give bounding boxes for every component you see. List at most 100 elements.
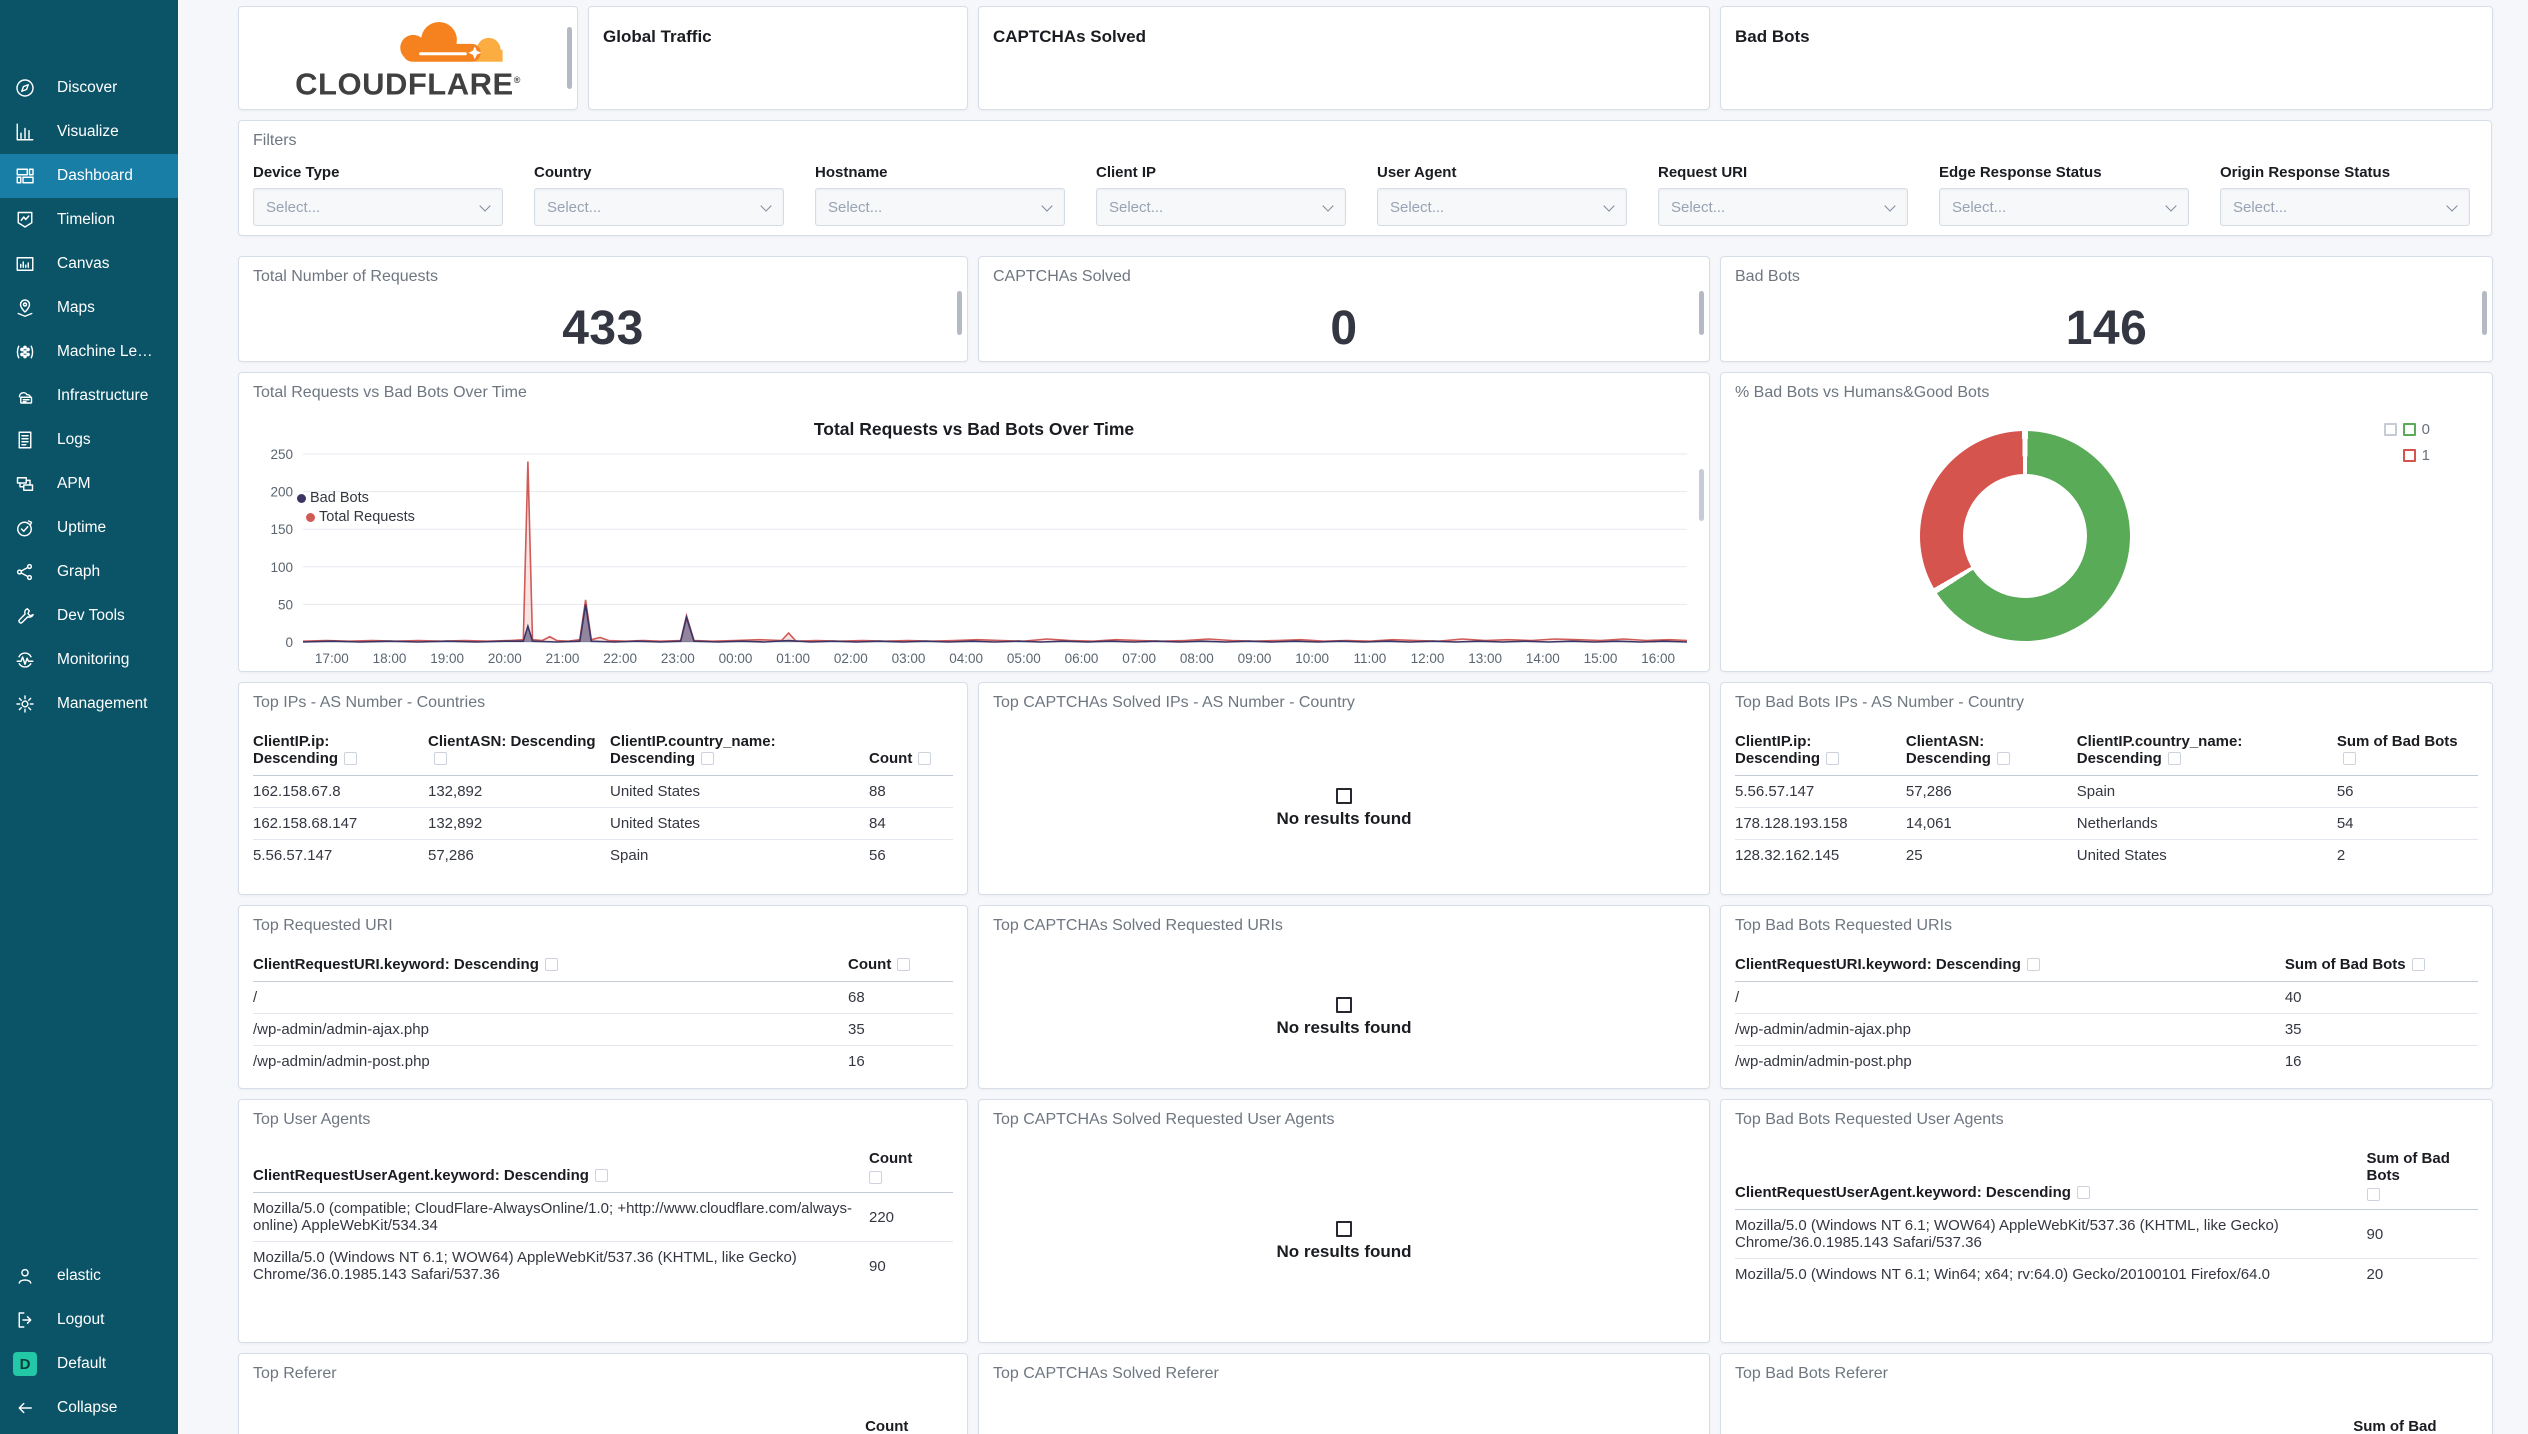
sidebar-item-label: Monitoring xyxy=(57,651,130,668)
sort-checkbox-icon xyxy=(701,752,715,765)
panel-cloudflare-logo: CLOUDFLARE® xyxy=(238,6,578,110)
filter-client-ip: Client IP Select... xyxy=(1096,164,1346,226)
sidebar-item-space-default[interactable]: D Default xyxy=(0,1342,178,1386)
user-agent-select[interactable]: Select... xyxy=(1377,188,1627,226)
sort-checkbox-icon xyxy=(2026,958,2040,971)
panel-scrollbar[interactable] xyxy=(957,291,962,335)
legend-item[interactable]: 1 xyxy=(2402,447,2430,464)
legend-dot-icon xyxy=(306,513,315,522)
metric-value: 0 xyxy=(1330,302,1358,355)
sidebar-item-dev-tools[interactable]: Dev Tools xyxy=(0,594,178,638)
sidebar-item-collapse[interactable]: Collapse xyxy=(0,1386,178,1430)
legend-item[interactable]: Bad Bots xyxy=(297,489,415,508)
no-results: No results found xyxy=(979,946,1709,1088)
panel-title: Top User Agents xyxy=(253,1111,371,1128)
chevron-down-icon xyxy=(760,200,772,212)
legend-swatch-icon xyxy=(2402,449,2416,462)
sidebar-item-monitoring[interactable]: Monitoring xyxy=(0,638,178,682)
svg-text:08:00: 08:00 xyxy=(1180,651,1214,666)
column-header[interactable]: ClientRequestURI.keyword: Descending xyxy=(1735,952,2285,982)
sidebar-item-dashboard[interactable]: Dashboard xyxy=(0,154,178,198)
chart-legend: Bad Bots Total Requests xyxy=(297,489,415,527)
sidebar-item-label: Canvas xyxy=(57,255,110,272)
legend-dot-icon xyxy=(297,494,306,503)
sidebar-item-logout[interactable]: Logout xyxy=(0,1298,178,1342)
panel-top-ips: Top IPs - AS Number - Countries ClientIP… xyxy=(238,682,968,895)
sidebar-item-timelion[interactable]: Timelion xyxy=(0,198,178,242)
panel-scrollbar[interactable] xyxy=(1699,469,1704,521)
column-header[interactable]: ClientIP.ip: Descending xyxy=(1735,729,1906,776)
origin-response-status-select[interactable]: Select... xyxy=(2220,188,2470,226)
column-header[interactable]: Sum of Bad Bots xyxy=(2284,952,2478,982)
legend-item[interactable]: 0 xyxy=(2383,421,2430,438)
svg-text:07:00: 07:00 xyxy=(1122,651,1156,666)
table-row: /wp-admin/admin-ajax.php 35 xyxy=(1735,1013,2478,1046)
panel-captchas-header: CAPTCHAs Solved xyxy=(978,6,1710,110)
column-header[interactable]: Count xyxy=(869,1146,953,1193)
sidebar-item-uptime[interactable]: Uptime xyxy=(0,506,178,550)
sort-checkbox-icon xyxy=(1826,752,1840,765)
sidebar-nav: Discover Visualize Dashboard Timelion Ca… xyxy=(0,66,178,726)
sidebar-item-maps[interactable]: Maps xyxy=(0,286,178,330)
panel-title: % Bad Bots vs Humans&Good Bots xyxy=(1735,384,1990,401)
sidebar-item-label: Dashboard xyxy=(57,167,133,184)
svg-text:0: 0 xyxy=(285,635,293,650)
sidebar-item-management[interactable]: Management xyxy=(0,682,178,726)
chevron-down-icon xyxy=(479,200,491,212)
cloudflare-logo: CLOUDFLARE® xyxy=(253,17,563,99)
column-header[interactable]: Count xyxy=(848,952,953,982)
line-chart: 0 50 100 150 200 250 17:00 18:00 19:00 20:00 21:00… xyxy=(270,447,1688,666)
panel-filters: Filters Device Type Select... Country Se… xyxy=(238,120,2492,236)
arrow-left-icon xyxy=(15,1398,35,1418)
sidebar-item-discover[interactable]: Discover xyxy=(0,66,178,110)
map-pin-icon xyxy=(15,298,35,318)
hostname-select[interactable]: Select... xyxy=(815,188,1065,226)
column-header[interactable]: Count xyxy=(869,729,953,776)
legend-filter-icon[interactable] xyxy=(2383,423,2397,436)
column-header[interactable]: ClientRequestUserAgent.keyword: Descendi… xyxy=(253,1146,869,1193)
column-header[interactable]: Sum of Bad Bots xyxy=(2336,729,2478,776)
table-row: Mozilla/5.0 (compatible; CloudFlare-Alwa… xyxy=(253,1192,953,1242)
column-header[interactable]: ClientIP.ip: Descending xyxy=(253,729,428,776)
table-row: 5.56.57.147 57,286 Spain 56 xyxy=(253,847,886,864)
sidebar-item-apm[interactable]: APM xyxy=(0,462,178,506)
legend-item[interactable]: Total Requests xyxy=(306,508,415,527)
sidebar-item-infrastructure[interactable]: Infrastructure xyxy=(0,374,178,418)
panel-scrollbar[interactable] xyxy=(567,27,572,89)
column-header[interactable]: ClientRequestUserAgent.keyword: Descendi… xyxy=(1735,1146,2367,1210)
column-header[interactable]: ClientASN: Descending xyxy=(1905,729,2077,776)
column-header[interactable]: Sum of Bad xyxy=(2353,1418,2436,1434)
sidebar-item-graph[interactable]: Graph xyxy=(0,550,178,594)
edge-response-status-select[interactable]: Select... xyxy=(1939,188,2189,226)
country-select[interactable]: Select... xyxy=(534,188,784,226)
select-placeholder: Select... xyxy=(2233,198,2288,216)
table-row: Mozilla/5.0 (Windows NT 6.1; WOW64) Appl… xyxy=(253,1249,886,1283)
filter-device-type: Device Type Select... xyxy=(253,164,503,226)
column-header[interactable]: ClientIP.country_name: Descending xyxy=(610,729,869,776)
column-header[interactable]: ClientASN: Descending xyxy=(428,729,610,776)
wrench-icon xyxy=(15,606,35,626)
sidebar-item-user[interactable]: elastic xyxy=(0,1254,178,1298)
svg-text:16:00: 16:00 xyxy=(1641,651,1675,666)
table-row: 162.158.68.147 132,892 United States 84 xyxy=(253,807,953,840)
request-uri-select[interactable]: Select... xyxy=(1658,188,1908,226)
panel-title: Filters xyxy=(253,132,297,149)
column-header[interactable]: ClientRequestURI.keyword: Descending xyxy=(253,952,848,982)
filter-request-uri: Request URI Select... xyxy=(1658,164,1908,226)
no-results-text: No results found xyxy=(1276,809,1412,828)
sidebar-item-logs[interactable]: Logs xyxy=(0,418,178,462)
panel-scrollbar[interactable] xyxy=(1699,291,1704,335)
client-ip-select[interactable]: Select... xyxy=(1096,188,1346,226)
sidebar-item-canvas[interactable]: Canvas xyxy=(0,242,178,286)
column-header[interactable]: ClientIP.country_name: Descending xyxy=(2076,729,2337,776)
device-type-select[interactable]: Select... xyxy=(253,188,503,226)
column-header[interactable]: Sum of Bad Bots xyxy=(2366,1146,2478,1210)
sidebar-item-visualize[interactable]: Visualize xyxy=(0,110,178,154)
sidebar-item-machine-learning[interactable]: Machine Le… xyxy=(0,330,178,374)
panel-scrollbar[interactable] xyxy=(2482,291,2487,335)
sort-checkbox-icon xyxy=(918,752,932,765)
table-row: /wp-admin/admin-post.php 16 xyxy=(253,1053,865,1070)
filter-hostname: Hostname Select... xyxy=(815,164,1065,226)
svg-text:09:00: 09:00 xyxy=(1238,651,1272,666)
column-header[interactable]: Count xyxy=(865,1418,908,1434)
